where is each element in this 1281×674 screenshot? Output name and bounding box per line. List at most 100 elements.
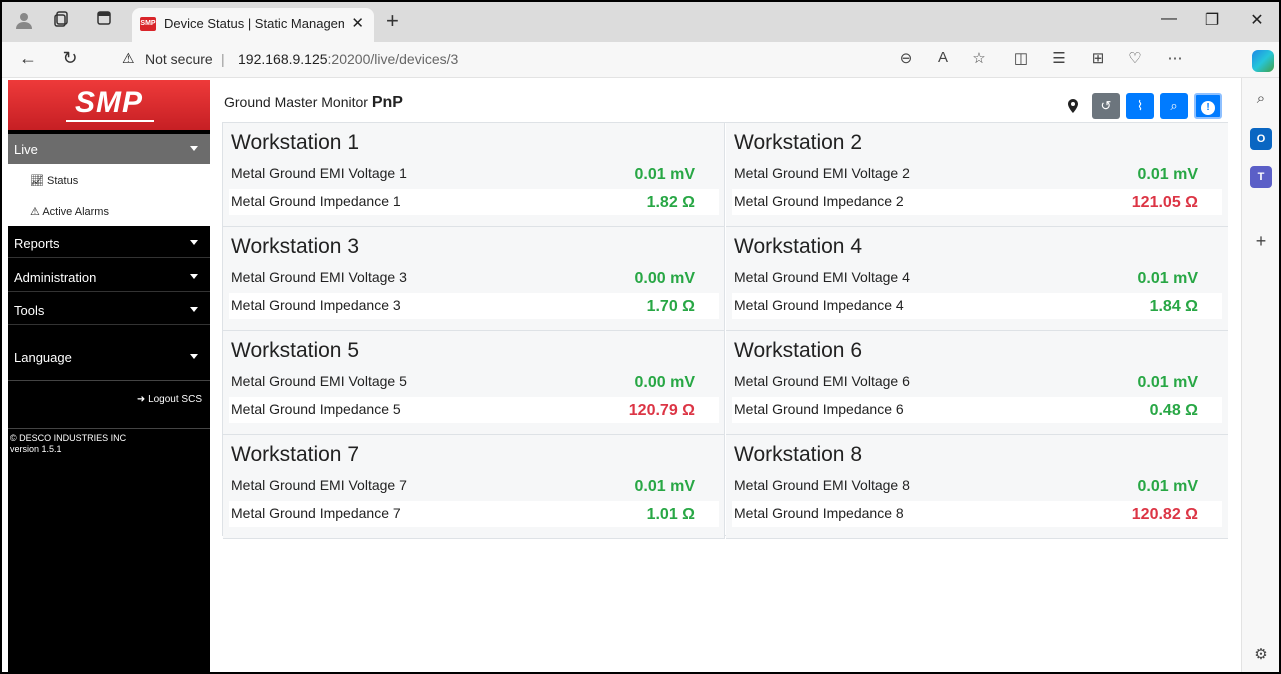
chevron-down-icon: [190, 146, 198, 151]
emi-voltage-value: 0.01 mV: [634, 166, 695, 183]
url-field[interactable]: 192.168.9.125:20200/live/devices/3: [238, 51, 458, 67]
page-title-bold: PnP: [371, 94, 403, 111]
workstation-card: Workstation 3 Metal Ground EMI Voltage 3 0…: [223, 227, 725, 331]
impedance-row: Metal Ground Impedance 2 121.05 Ω: [732, 189, 1222, 215]
sidebar-settings-icon[interactable]: ⚙: [1250, 644, 1272, 666]
emi-voltage-value: 0.01 mV: [1137, 478, 1198, 495]
minimize-button[interactable]: —: [1154, 10, 1184, 28]
menu-tools[interactable]: Tools: [8, 295, 210, 325]
workstation-title: Workstation 1: [231, 131, 359, 154]
submenu-active-alarms-label: Active Alarms: [42, 206, 109, 218]
logout-link[interactable]: ➜ Logout SCS: [137, 394, 202, 405]
favorite-star-icon[interactable]: ☆: [968, 49, 990, 67]
menu-live[interactable]: Live: [8, 134, 210, 164]
emi-voltage-value: 0.01 mV: [634, 478, 695, 495]
emi-voltage-row: Metal Ground EMI Voltage 8 0.01 mV: [732, 473, 1222, 499]
collections-icon[interactable]: ⊞: [1087, 49, 1109, 67]
chart-line-icon: ⌇: [1136, 98, 1144, 113]
chevron-down-icon: [190, 354, 198, 359]
emi-voltage-value: 0.00 mV: [634, 374, 695, 391]
info-button[interactable]: !: [1194, 93, 1222, 119]
impedance-label: Metal Ground Impedance 8: [734, 505, 904, 521]
page-title: Ground Master Monitor PnP: [224, 94, 403, 112]
workspaces-icon[interactable]: [50, 10, 74, 34]
address-bar: ← ↻ ⚠ Not secure | 192.168.9.125:20200/l…: [2, 42, 1279, 78]
workstation-card: Workstation 4 Metal Ground EMI Voltage 4 0…: [726, 227, 1228, 331]
impedance-label: Metal Ground Impedance 3: [231, 297, 401, 313]
url-path: :20200/live/devices/3: [327, 51, 459, 67]
workstation-card: Workstation 2 Metal Ground EMI Voltage 2 0…: [726, 123, 1228, 227]
emi-voltage-value: 0.01 mV: [1137, 166, 1198, 183]
split-screen-icon[interactable]: ◫: [1010, 49, 1032, 67]
logo-area[interactable]: SMP: [8, 80, 210, 130]
smp-favicon-icon: SMP: [140, 17, 156, 31]
url-host: 192.168.9.125: [238, 51, 328, 67]
info-icon: !: [1201, 101, 1215, 115]
menu-language[interactable]: Language: [8, 342, 210, 372]
copyright-block: © DESCO INDUSTRIES INC version 1.5.1: [10, 433, 126, 455]
impedance-row: Metal Ground Impedance 3 1.70 Ω: [229, 293, 719, 319]
outlook-icon[interactable]: O: [1250, 128, 1272, 150]
logout-icon: ➜: [136, 394, 146, 405]
back-icon[interactable]: ←: [16, 48, 40, 69]
workstation-grid: Workstation 1 Metal Ground EMI Voltage 1 0…: [222, 122, 1228, 539]
history-button[interactable]: ↺: [1092, 93, 1120, 119]
submenu-item-active-alarms[interactable]: ⚠ Active Alarms: [30, 205, 109, 218]
tab-actions-icon[interactable]: [92, 10, 116, 34]
workstation-card: Workstation 7 Metal Ground EMI Voltage 7 0…: [223, 435, 725, 539]
browser-essentials-icon[interactable]: ♡: [1124, 49, 1146, 67]
history-icon: ↺: [1100, 98, 1112, 113]
emi-voltage-label: Metal Ground EMI Voltage 5: [231, 373, 407, 389]
workstation-card: Workstation 5 Metal Ground EMI Voltage 5 0…: [223, 331, 725, 435]
zoom-out-icon[interactable]: ⊖: [895, 49, 917, 67]
workstation-card: Workstation 8 Metal Ground EMI Voltage 8 0…: [726, 435, 1228, 539]
emi-voltage-row: Metal Ground EMI Voltage 2 0.01 mV: [732, 161, 1222, 187]
workstation-title: Workstation 2: [734, 131, 862, 154]
emi-voltage-row: Metal Ground EMI Voltage 4 0.01 mV: [732, 265, 1222, 291]
version-text: version 1.5.1: [10, 444, 62, 454]
app-sidebar: SMP Live 📈︎ Status ⚠ Active Alarms Repor…: [8, 80, 210, 672]
emi-voltage-label: Metal Ground EMI Voltage 2: [734, 165, 910, 181]
impedance-row: Metal Ground Impedance 6 0.48 Ω: [732, 397, 1222, 423]
impedance-label: Metal Ground Impedance 5: [231, 401, 401, 417]
emi-voltage-label: Metal Ground EMI Voltage 3: [231, 269, 407, 285]
impedance-value: 0.48 Ω: [1149, 402, 1198, 419]
impedance-row: Metal Ground Impedance 7 1.01 Ω: [229, 501, 719, 527]
favorites-icon[interactable]: ☰: [1048, 49, 1070, 67]
location-pin-button[interactable]: [1062, 93, 1084, 119]
submenu-status-label: Status: [47, 175, 79, 187]
not-secure-label[interactable]: Not secure: [145, 51, 213, 67]
add-sidebar-app-icon[interactable]: +: [1250, 230, 1272, 252]
emi-voltage-value: 0.00 mV: [634, 270, 695, 287]
menu-administration[interactable]: Administration: [8, 262, 210, 292]
copilot-icon[interactable]: [1252, 50, 1274, 72]
more-menu-icon[interactable]: ⋯: [1164, 49, 1186, 67]
chart-button[interactable]: ⌇: [1126, 93, 1154, 119]
search-button[interactable]: ⌕: [1160, 93, 1188, 119]
tab-device-status[interactable]: SMP Device Status | Static Managemen ✕: [132, 8, 374, 42]
sidebar-divider: [8, 428, 210, 429]
teams-icon[interactable]: T: [1250, 166, 1272, 188]
menu-reports[interactable]: Reports: [8, 228, 210, 258]
emi-voltage-value: 0.01 mV: [1137, 374, 1198, 391]
search-icon[interactable]: ⌕: [1250, 88, 1272, 110]
menu-language-label: Language: [14, 350, 72, 365]
menu-live-label: Live: [14, 142, 38, 157]
search-icon: ⌕: [1170, 98, 1178, 113]
impedance-value: 120.79 Ω: [628, 402, 695, 419]
tab-close-icon[interactable]: ✕: [351, 14, 364, 32]
submenu-item-status[interactable]: 📈︎ Status: [30, 174, 78, 187]
profile-icon[interactable]: [12, 10, 36, 34]
new-tab-button[interactable]: +: [386, 8, 399, 34]
emi-voltage-label: Metal Ground EMI Voltage 8: [734, 477, 910, 493]
impedance-value: 1.70 Ω: [646, 298, 695, 315]
refresh-icon[interactable]: ↻: [58, 48, 82, 69]
impedance-label: Metal Ground Impedance 7: [231, 505, 401, 521]
restore-button[interactable]: ❐: [1197, 10, 1227, 30]
warning-icon[interactable]: ⚠: [122, 50, 135, 67]
impedance-value: 120.82 Ω: [1131, 506, 1198, 523]
read-aloud-icon[interactable]: A: [932, 49, 954, 66]
workstation-title: Workstation 5: [231, 339, 359, 362]
close-window-button[interactable]: ✕: [1242, 10, 1272, 30]
emi-voltage-row: Metal Ground EMI Voltage 5 0.00 mV: [229, 369, 719, 395]
